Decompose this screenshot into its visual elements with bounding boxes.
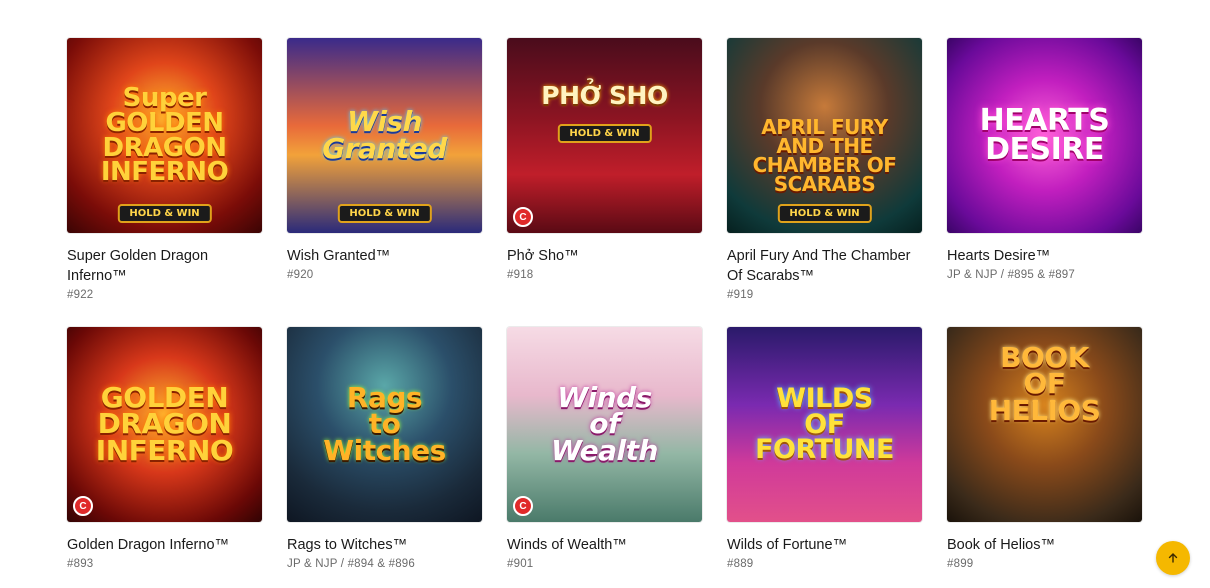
game-title[interactable]: April Fury And The Chamber Of Scarabs™ [727, 246, 922, 286]
game-thumbnail[interactable]: WILDS OF FORTUNE [727, 327, 922, 522]
game-thumbnail[interactable]: BOOK OF HELIOS [947, 327, 1142, 522]
game-card-pho-sho[interactable]: PHỞ SHO HOLD & WIN C Phở Sho™ #918 [507, 38, 702, 327]
game-number: #901 [507, 558, 534, 570]
game-thumbnail[interactable]: GOLDEN DRAGON INFERNO C [67, 327, 262, 522]
game-number: #922 [67, 289, 94, 301]
game-title[interactable]: Super Golden Dragon Inferno™ [67, 246, 262, 286]
game-logo-text: GOLDEN DRAGON INFERNO [95, 380, 234, 467]
game-card-super-golden-dragon-inferno[interactable]: Super GOLDEN DRAGON INFERNO HOLD & WIN S… [67, 38, 262, 327]
game-logo-text: HEARTS DESIRE [979, 103, 1110, 167]
game-thumbnail[interactable]: Super GOLDEN DRAGON INFERNO HOLD & WIN [67, 38, 262, 233]
game-title[interactable]: Hearts Desire™ [947, 246, 1142, 266]
game-logo-text: PHỞ SHO [541, 80, 668, 110]
game-number: #920 [287, 269, 314, 281]
game-thumbnail[interactable]: PHỞ SHO HOLD & WIN C [507, 38, 702, 233]
game-thumbnail[interactable]: Wish Granted HOLD & WIN [287, 38, 482, 233]
game-thumbnail[interactable]: Winds of Wealth C [507, 327, 702, 522]
game-number: JP & NJP / #894 & #896 [287, 558, 416, 570]
game-card-winds-of-wealth[interactable]: Winds of Wealth C Winds of Wealth™ #901 [507, 327, 702, 588]
game-number: #899 [947, 558, 974, 570]
game-number: #919 [727, 289, 754, 301]
game-card-book-of-helios[interactable]: BOOK OF HELIOS Book of Helios™ #899 [947, 327, 1142, 588]
game-title[interactable]: Golden Dragon Inferno™ [67, 535, 262, 555]
provider-badge-icon: C [73, 496, 93, 516]
game-logo-text: Wish Granted [322, 104, 447, 165]
game-logo-text: Super GOLDEN DRAGON INFERNO [100, 83, 229, 188]
game-title[interactable]: Wish Granted™ [287, 246, 482, 266]
game-thumbnail[interactable]: Rags to Witches [287, 327, 482, 522]
game-title[interactable]: Rags to Witches™ [287, 535, 482, 555]
game-card-golden-dragon-inferno[interactable]: GOLDEN DRAGON INFERNO C Golden Dragon In… [67, 327, 262, 588]
game-title[interactable]: Winds of Wealth™ [507, 535, 702, 555]
hold-and-win-badge: HOLD & WIN [777, 204, 872, 223]
game-title[interactable]: Wilds of Fortune™ [727, 535, 922, 555]
game-logo-text: Winds of Wealth [551, 380, 658, 467]
game-number: JP & NJP / #895 & #897 [947, 269, 1076, 281]
game-title[interactable]: Phở Sho™ [507, 246, 702, 266]
arrow-up-icon [1168, 553, 1178, 563]
game-logo-text: Rags to Witches [323, 380, 446, 467]
hold-and-win-badge: HOLD & WIN [337, 204, 432, 223]
game-card-hearts-desire[interactable]: HEARTS DESIRE Hearts Desire™ JP & NJP / … [947, 38, 1142, 327]
game-card-april-fury[interactable]: APRIL FURY AND THE CHAMBER OF SCARABS HO… [727, 38, 922, 327]
game-number: #918 [507, 269, 534, 281]
provider-badge-icon: C [513, 496, 533, 516]
scroll-to-top-button[interactable] [1156, 541, 1190, 575]
game-number: #889 [727, 558, 754, 570]
games-grid: Super GOLDEN DRAGON INFERNO HOLD & WIN S… [67, 38, 1142, 588]
game-title[interactable]: Book of Helios™ [947, 535, 1142, 555]
provider-badge-icon: C [513, 207, 533, 227]
game-number: #893 [67, 558, 94, 570]
hold-and-win-badge: HOLD & WIN [557, 124, 652, 143]
game-logo-text: WILDS OF FORTUNE [755, 383, 894, 466]
game-thumbnail[interactable]: HEARTS DESIRE [947, 38, 1142, 233]
game-card-wilds-of-fortune[interactable]: WILDS OF FORTUNE Wilds of Fortune™ #889 [727, 327, 922, 588]
hold-and-win-badge: HOLD & WIN [117, 204, 212, 223]
game-card-wish-granted[interactable]: Wish Granted HOLD & WIN Wish Granted™ #9… [287, 38, 482, 327]
game-logo-text: BOOK OF HELIOS [988, 340, 1101, 427]
game-logo-text: APRIL FURY AND THE CHAMBER OF SCARABS [752, 114, 897, 196]
game-thumbnail[interactable]: APRIL FURY AND THE CHAMBER OF SCARABS HO… [727, 38, 922, 233]
game-card-rags-to-witches[interactable]: Rags to Witches Rags to Witches™ JP & NJ… [287, 327, 482, 588]
